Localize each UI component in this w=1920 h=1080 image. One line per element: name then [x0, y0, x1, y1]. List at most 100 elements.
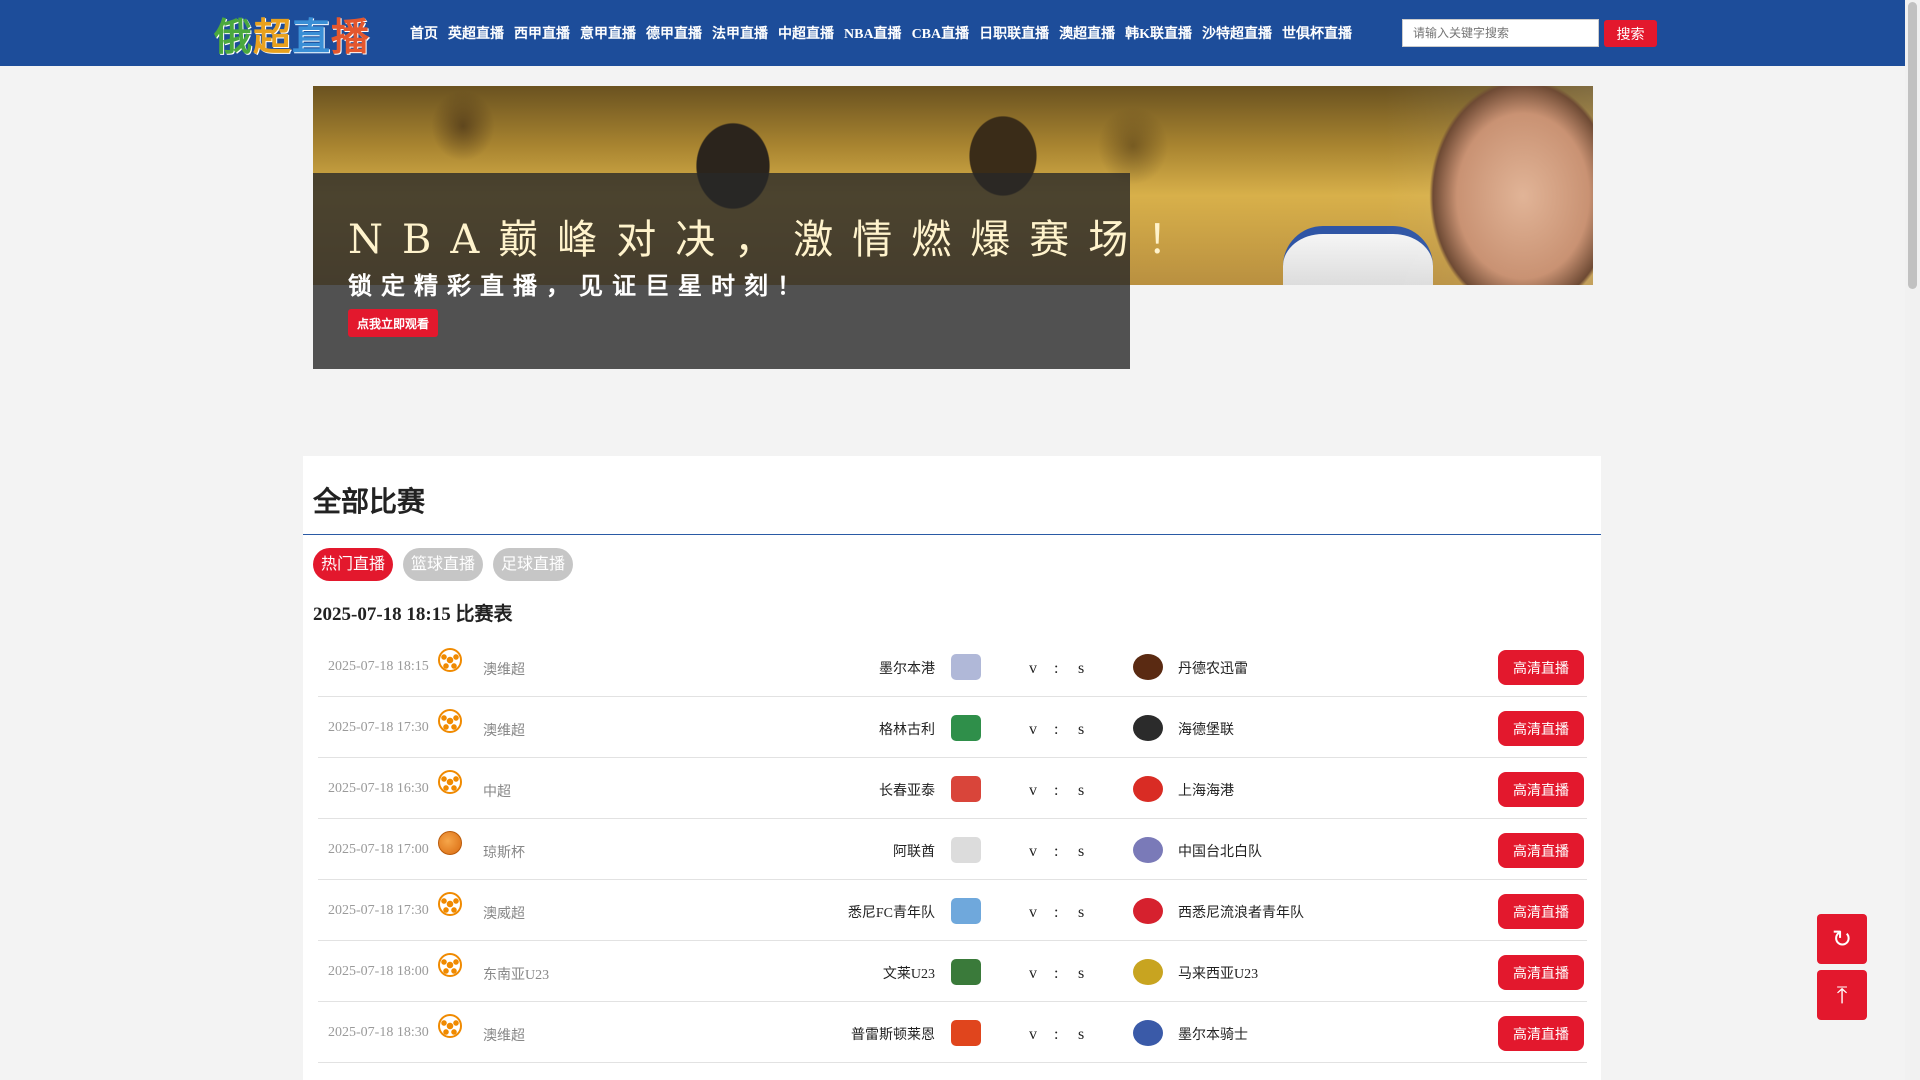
logo-char: 播 [331, 14, 371, 59]
away-team[interactable]: 墨尔本骑士 [1178, 1024, 1248, 1044]
scrollbar-thumb[interactable] [1908, 2, 1917, 289]
match-row: 2025-07-18 17:00 琼斯杯 阿联酋 v : s 中国台北白队 高清… [318, 819, 1587, 880]
refresh-button[interactable]: ↻ [1817, 914, 1867, 964]
search-input[interactable] [1402, 19, 1599, 47]
score-separator: : [1054, 904, 1059, 921]
nav-item[interactable]: 韩K联直播 [1125, 23, 1192, 43]
soccer-icon [438, 953, 462, 977]
score-s: s [1078, 965, 1085, 982]
score-v: v [1029, 660, 1037, 677]
search-button[interactable]: 搜索 [1604, 20, 1657, 47]
match-league[interactable]: 东南亚U23 [483, 964, 549, 984]
match-league[interactable]: 澳威超 [483, 903, 525, 923]
score-s: s [1078, 904, 1085, 921]
match-row: 2025-07-18 18:30 澳维超 普雷斯顿莱恩 v : s 墨尔本骑士 … [318, 1002, 1587, 1063]
match-league[interactable]: 澳维超 [483, 720, 525, 740]
soccer-icon [438, 892, 462, 916]
match-row: 2025-07-18 16:30 中超 长春亚泰 v : s 上海海港 高清直播 [318, 758, 1587, 819]
hd-live-button[interactable]: 高清直播 [1498, 650, 1584, 685]
soccer-icon [438, 648, 462, 672]
match-league[interactable]: 澳维超 [483, 1025, 525, 1045]
score-v: v [1029, 843, 1037, 860]
hd-live-button[interactable]: 高清直播 [1498, 955, 1584, 990]
home-team[interactable]: 文莱U23 [883, 963, 935, 983]
nav-item[interactable]: 沙特超直播 [1202, 23, 1272, 43]
home-team[interactable]: 长春亚泰 [879, 780, 935, 800]
score-s: s [1078, 843, 1085, 860]
back-to-top-button[interactable]: ⤒ [1817, 970, 1867, 1020]
hd-live-button[interactable]: 高清直播 [1498, 711, 1584, 746]
nav-item[interactable]: 世俱杯直播 [1282, 23, 1352, 43]
nav-item[interactable]: 西甲直播 [514, 23, 570, 43]
soccer-icon [438, 1014, 462, 1038]
hd-live-button[interactable]: 高清直播 [1498, 772, 1584, 807]
match-tabs: 热门直播 篮球直播 足球直播 [313, 548, 583, 581]
nav-item[interactable]: 澳超直播 [1059, 23, 1115, 43]
home-team[interactable]: 阿联酋 [893, 841, 935, 861]
home-team-logo-icon [951, 776, 981, 802]
home-team-logo-icon [951, 959, 981, 985]
score-v: v [1029, 721, 1037, 738]
page-scrollbar[interactable] [1905, 0, 1920, 1080]
nav-item[interactable]: 意甲直播 [580, 23, 636, 43]
match-time: 2025-07-18 18:15 [328, 659, 429, 674]
away-team[interactable]: 丹德农迅雷 [1178, 658, 1248, 678]
basketball-icon [438, 831, 462, 855]
home-team[interactable]: 格林古利 [879, 719, 935, 739]
away-team-logo-icon [1133, 1020, 1163, 1046]
match-time: 2025-07-18 16:30 [328, 781, 429, 796]
home-team[interactable]: 墨尔本港 [879, 658, 935, 678]
soccer-icon [438, 770, 462, 794]
away-team-logo-icon [1133, 898, 1163, 924]
match-row: 2025-07-18 17:30 澳维超 格林古利 v : s 海德堡联 高清直… [318, 697, 1587, 758]
score-v: v [1029, 965, 1037, 982]
match-time: 2025-07-18 18:30 [328, 1025, 429, 1040]
away-team-logo-icon [1133, 959, 1163, 985]
match-time: 2025-07-18 17:30 [328, 903, 429, 918]
logo-char: 俄 [214, 14, 254, 59]
home-team-logo-icon [951, 837, 981, 863]
score-separator: : [1054, 782, 1059, 799]
hd-live-button[interactable]: 高清直播 [1498, 833, 1584, 868]
panel-divider [303, 534, 1601, 535]
nav-item[interactable]: 中超直播 [778, 23, 834, 43]
banner-subtitle: 锁定精彩直播，见证巨星时刻！ [348, 272, 810, 300]
score-s: s [1078, 1026, 1085, 1043]
tab-football[interactable]: 足球直播 [493, 548, 574, 581]
schedule-heading: 2025-07-18 18:15 比赛表 [313, 604, 513, 625]
nav-item[interactable]: 德甲直播 [646, 23, 702, 43]
site-logo[interactable]: 俄超直播 [214, 10, 370, 59]
match-time: 2025-07-18 17:00 [328, 842, 429, 857]
nav-item[interactable]: 日职联直播 [979, 23, 1049, 43]
hd-live-button[interactable]: 高清直播 [1498, 1016, 1584, 1051]
home-team[interactable]: 悉尼FC青年队 [848, 902, 935, 922]
away-team[interactable]: 中国台北白队 [1178, 841, 1262, 861]
score-separator: : [1054, 721, 1059, 738]
away-team[interactable]: 西悉尼流浪者青年队 [1178, 902, 1304, 922]
away-team[interactable]: 海德堡联 [1178, 719, 1234, 739]
nav-item[interactable]: 法甲直播 [712, 23, 768, 43]
nav-item[interactable]: 首页 [410, 23, 438, 43]
away-team[interactable]: 上海海港 [1178, 780, 1234, 800]
panel-title: 全部比赛 [313, 487, 426, 518]
home-team[interactable]: 普雷斯顿莱恩 [851, 1024, 935, 1044]
away-team-logo-icon [1133, 776, 1163, 802]
match-league[interactable]: 琼斯杯 [483, 842, 525, 862]
match-league[interactable]: 澳维超 [483, 659, 525, 679]
score-separator: : [1054, 1026, 1059, 1043]
away-team[interactable]: 马来西亚U23 [1178, 963, 1258, 983]
tab-basketball[interactable]: 篮球直播 [403, 548, 484, 581]
hd-live-button[interactable]: 高清直播 [1498, 894, 1584, 929]
nav-item[interactable]: NBA直播 [844, 23, 902, 43]
score-s: s [1078, 782, 1085, 799]
banner-player-image [1383, 86, 1593, 285]
home-team-logo-icon [951, 715, 981, 741]
match-row: 2025-07-18 18:15 澳维超 墨尔本港 v : s 丹德农迅雷 高清… [318, 636, 1587, 697]
tab-hot[interactable]: 热门直播 [313, 548, 394, 581]
match-league[interactable]: 中超 [483, 781, 511, 801]
nav-item[interactable]: CBA直播 [912, 23, 970, 43]
nav-item[interactable]: 英超直播 [448, 23, 504, 43]
logo-char: 超 [253, 14, 293, 59]
score-s: s [1078, 721, 1085, 738]
watch-now-button[interactable]: 点我立即观看 [348, 309, 438, 337]
